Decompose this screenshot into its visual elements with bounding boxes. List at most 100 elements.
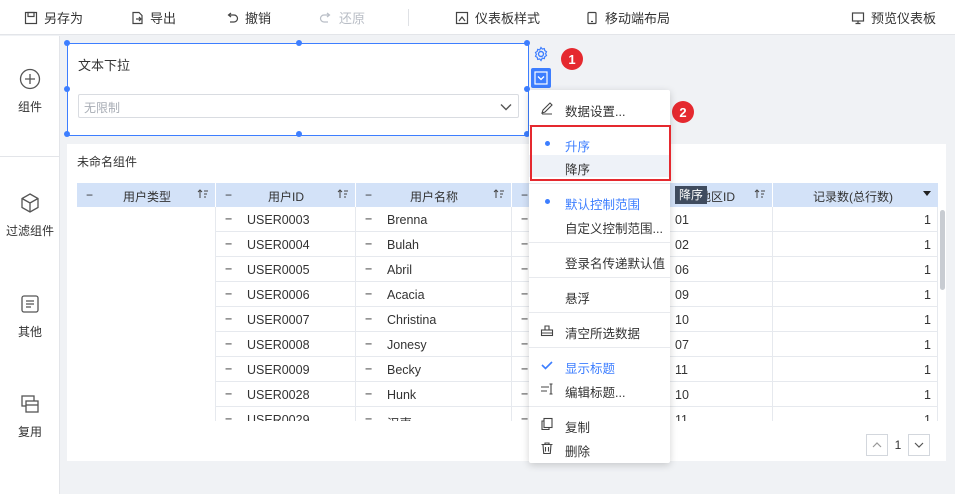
- collapse-icon[interactable]: −: [225, 188, 232, 202]
- mobile-layout-button[interactable]: 移动端布局: [585, 0, 670, 35]
- collapse-icon[interactable]: −: [365, 387, 372, 401]
- collapse-icon[interactable]: −: [521, 188, 528, 202]
- menu-item-float[interactable]: 悬浮: [529, 284, 670, 306]
- export-button[interactable]: 导出: [130, 0, 176, 35]
- sort-icon[interactable]: [493, 188, 505, 200]
- menu-item-show-title[interactable]: 显示标题: [529, 354, 670, 376]
- menu-item-delete[interactable]: 删除: [529, 437, 670, 459]
- collapse-icon[interactable]: −: [521, 287, 528, 301]
- column-header-user-name[interactable]: − 用户名称: [356, 183, 512, 207]
- preview-label: 预览仪表板: [871, 11, 937, 26]
- dashboard-style-button[interactable]: 仪表板样式: [455, 0, 540, 35]
- menu-item-default-scope[interactable]: 默认控制范围: [529, 190, 670, 212]
- next-page-button[interactable]: [908, 434, 930, 456]
- collapse-icon[interactable]: −: [365, 362, 372, 376]
- table-row[interactable]: − USER0028 − Hunk − 10 1: [77, 382, 938, 407]
- menu-item-login-default[interactable]: 登录名传递默认值: [529, 249, 670, 271]
- menu-divider: [529, 406, 670, 407]
- collapse-icon[interactable]: −: [365, 188, 372, 202]
- collapse-icon[interactable]: −: [365, 287, 372, 301]
- menu-item-custom-scope[interactable]: 自定义控制范围...: [529, 214, 670, 236]
- collapse-icon[interactable]: −: [225, 387, 232, 401]
- collapse-icon[interactable]: −: [365, 212, 372, 226]
- collapse-icon[interactable]: −: [521, 387, 528, 401]
- collapse-icon[interactable]: −: [365, 237, 372, 251]
- widget-menu-button[interactable]: [531, 68, 551, 88]
- collapse-icon[interactable]: −: [225, 412, 232, 421]
- collapse-icon[interactable]: −: [521, 362, 528, 376]
- sidebar-item-other[interactable]: 其他: [0, 293, 60, 340]
- collapse-icon[interactable]: −: [225, 237, 232, 251]
- save-as-button[interactable]: 另存为: [24, 0, 83, 35]
- sort-icon[interactable]: [337, 188, 349, 200]
- text-dropdown-select[interactable]: 无限制: [78, 94, 519, 118]
- header-label: 地区ID: [699, 190, 736, 204]
- column-header-user-id[interactable]: − 用户ID: [216, 183, 356, 207]
- sidebar-item-filter-components[interactable]: 过滤组件: [0, 192, 60, 239]
- text-dropdown-widget[interactable]: 文本下拉 无限制: [64, 40, 530, 137]
- collapse-icon[interactable]: −: [365, 412, 372, 421]
- resize-handle[interactable]: [296, 40, 302, 46]
- collapse-icon[interactable]: −: [521, 337, 528, 351]
- table-row[interactable]: −USER0029−汉惠−111: [77, 407, 938, 421]
- sort-icon[interactable]: [754, 188, 766, 200]
- menu-item-edit-title[interactable]: 编辑标题...: [529, 378, 670, 400]
- table-row[interactable]: − USER0008 − Jonesy − 07 1: [77, 332, 938, 357]
- collapse-icon[interactable]: −: [225, 362, 232, 376]
- table-row[interactable]: − USER0005 − Abril − 06 1: [77, 257, 938, 282]
- resize-handle[interactable]: [64, 40, 70, 46]
- cell-value: 1: [924, 363, 931, 377]
- collapse-icon[interactable]: −: [365, 337, 372, 351]
- menu-item-clear-selection[interactable]: 清空所选数据: [529, 319, 670, 341]
- resize-handle[interactable]: [524, 40, 530, 46]
- header-label: 用户名称: [409, 190, 458, 204]
- cell-value: USER0009: [247, 363, 310, 377]
- column-header-record-count[interactable]: 记录数(总行数): [773, 183, 938, 207]
- collapse-icon[interactable]: −: [225, 262, 232, 276]
- menu-item-copy[interactable]: 复制: [529, 413, 670, 435]
- cell-record-count: 1: [773, 282, 938, 307]
- resize-handle[interactable]: [64, 131, 70, 137]
- mobile-icon: [587, 11, 597, 24]
- cell-value: USER0004: [247, 238, 310, 252]
- collapse-icon[interactable]: −: [225, 337, 232, 351]
- collapse-icon[interactable]: −: [521, 262, 528, 276]
- toolbar-divider: [408, 9, 409, 26]
- redo-label: 还原: [339, 11, 366, 26]
- collapse-icon[interactable]: −: [521, 237, 528, 251]
- sidebar-item-components[interactable]: 组件: [0, 68, 60, 115]
- sort-icon[interactable]: [197, 188, 209, 200]
- collapse-icon[interactable]: −: [521, 312, 528, 326]
- column-header-user-type[interactable]: − 用户类型: [77, 183, 216, 207]
- resize-handle[interactable]: [296, 131, 302, 137]
- data-table: − 用户类型 − 用户ID − 用户名称 − 地区ID 记录数(总行数) − U…: [77, 183, 938, 421]
- cell-user-name: − Bulah: [356, 232, 512, 257]
- collapse-icon[interactable]: −: [225, 287, 232, 301]
- cell-value: 1: [924, 238, 931, 252]
- collapse-icon[interactable]: −: [365, 262, 372, 276]
- collapse-icon[interactable]: −: [225, 312, 232, 326]
- settings-button[interactable]: [531, 44, 551, 64]
- preview-dashboard-button[interactable]: 预览仪表板: [851, 0, 936, 35]
- collapse-icon[interactable]: −: [521, 212, 528, 226]
- vertical-scrollbar-thumb[interactable]: [940, 210, 945, 290]
- table-widget[interactable]: 未命名组件 − 用户类型 − 用户ID − 用户名称 − 地区ID 记录数(总行…: [67, 144, 946, 461]
- collapse-icon[interactable]: −: [225, 212, 232, 226]
- cell-user-id: − USER0003: [216, 207, 356, 232]
- table-row[interactable]: − USER0003 − Brenna − 01 1: [77, 207, 938, 232]
- menu-item-data-settings[interactable]: 数据设置...: [529, 97, 670, 119]
- undo-button[interactable]: 撤销: [225, 0, 271, 35]
- collapse-icon[interactable]: −: [521, 412, 528, 421]
- collapse-icon[interactable]: −: [86, 188, 93, 202]
- table-row[interactable]: − USER0006 − Acacia − 09 1: [77, 282, 938, 307]
- redo-button[interactable]: 还原: [319, 0, 365, 35]
- menu-item-label: 显示标题: [565, 362, 616, 376]
- resize-handle[interactable]: [64, 86, 70, 92]
- prev-page-button[interactable]: [866, 434, 888, 456]
- table-row[interactable]: − USER0009− Becky −11 1: [77, 357, 938, 382]
- sort-desc-icon[interactable]: [922, 188, 932, 198]
- sidebar-item-reuse[interactable]: 复用: [0, 393, 60, 440]
- collapse-icon[interactable]: −: [365, 312, 372, 326]
- table-row[interactable]: − USER0007 − Christina − 10 1: [77, 307, 938, 332]
- table-row[interactable]: − USER0004 − Bulah − 02 1: [77, 232, 938, 257]
